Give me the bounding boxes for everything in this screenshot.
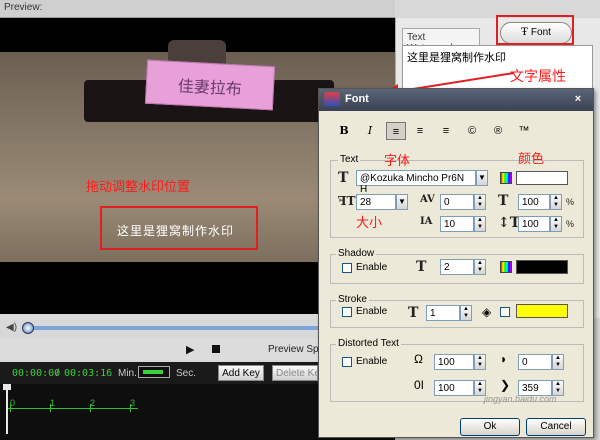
- ruler-label: 2: [90, 398, 96, 408]
- percent-label: %: [566, 219, 575, 229]
- align-left-button[interactable]: ≡: [386, 122, 406, 140]
- vertical-scale-field[interactable]: 100: [518, 216, 550, 232]
- text-group-label: Text: [338, 154, 361, 165]
- shadow-color-palette-icon[interactable]: [500, 261, 512, 273]
- align-right-button[interactable]: ≡: [436, 122, 456, 140]
- distorted-enable-checkbox[interactable]: [342, 357, 352, 367]
- play-icon[interactable]: ▶: [186, 343, 194, 356]
- spinner[interactable]: ▲ ▼: [474, 216, 486, 232]
- stroke-color-swatch[interactable]: [516, 304, 568, 318]
- spinner[interactable]: ▲ ▼: [460, 305, 472, 321]
- distort-arc-field[interactable]: 100: [434, 354, 474, 370]
- time-total: 00:03:16: [64, 368, 113, 379]
- text-color-swatch[interactable]: [516, 171, 568, 185]
- delete-key-button[interactable]: Delete Key: [272, 365, 318, 381]
- horizontal-scale-field[interactable]: 100: [518, 194, 550, 210]
- chevron-down-icon[interactable]: ▼: [396, 194, 408, 210]
- percent-label: %: [566, 197, 575, 207]
- rotate-icon: ◗: [500, 352, 508, 366]
- shadow-distance-field[interactable]: 2: [440, 259, 474, 275]
- ok-button[interactable]: Ok: [460, 418, 520, 436]
- preview-speed-label: Preview Spe: [268, 344, 325, 355]
- color-annotation: 颜色: [518, 152, 545, 167]
- font-button-highlight: [496, 15, 574, 45]
- letter-spacing-field[interactable]: 0: [440, 194, 474, 210]
- distorted-enable-label: Enable: [356, 356, 388, 367]
- text-color-palette-icon[interactable]: [500, 172, 512, 184]
- pink-card: 佳妻拉布: [144, 59, 276, 111]
- stroke-enable-checkbox[interactable]: [342, 307, 352, 317]
- tab-text-watermark[interactable]: Text Watermark: [402, 28, 480, 54]
- sec-label: Sec.: [176, 368, 197, 379]
- font-size-icon: ꟻT: [338, 194, 356, 208]
- time-current: 00:00:00: [12, 368, 61, 379]
- playhead[interactable]: [6, 384, 8, 434]
- arc-icon: Ω: [414, 352, 423, 366]
- cancel-button[interactable]: Cancel: [526, 418, 586, 436]
- preview-header: [0, 0, 395, 18]
- seek-knob[interactable]: [22, 322, 34, 334]
- spinner[interactable]: ▲ ▼: [474, 194, 486, 210]
- distort-spacing-field[interactable]: 100: [434, 380, 474, 396]
- font-family-select[interactable]: @Kozuka Mincho Pr6N H: [356, 170, 476, 195]
- stroke-color-checkbox[interactable]: [500, 307, 510, 317]
- shadow-icon: T: [416, 259, 427, 275]
- vertical-scale-icon: ↕T: [498, 215, 521, 231]
- stroke-group-label: Stroke: [336, 294, 369, 305]
- shadow-enable-checkbox[interactable]: [342, 263, 352, 273]
- text-property-annotation: 文字属性: [510, 69, 566, 85]
- paint-bucket-icon[interactable]: ◈: [482, 305, 491, 319]
- spinner[interactable]: ▲ ▼: [474, 259, 486, 275]
- stroke-enable-label: Enable: [356, 306, 388, 317]
- spinner[interactable]: ▲ ▼: [550, 194, 562, 210]
- distorted-text-label: Distorted Text: [336, 338, 401, 349]
- font-size-field[interactable]: 28: [356, 194, 396, 210]
- distort-rotate-field[interactable]: 0: [518, 354, 552, 370]
- ruler-label: 0: [10, 398, 16, 408]
- dialog-title: Font: [319, 89, 593, 111]
- stroke-width-field[interactable]: 1: [426, 305, 460, 321]
- line-spacing-icon: IA: [420, 216, 433, 227]
- playhead-handle[interactable]: [3, 384, 11, 390]
- spinner[interactable]: ▲ ▼: [474, 354, 486, 370]
- time-separator: /: [56, 368, 59, 379]
- italic-button[interactable]: I: [360, 122, 380, 140]
- copyright-button[interactable]: ©: [462, 122, 482, 140]
- pink-card-text: 佳妻拉布: [177, 76, 243, 99]
- app-icon: [324, 92, 340, 106]
- bold-button[interactable]: B: [334, 122, 354, 140]
- shadow-enable-label: Enable: [356, 262, 388, 273]
- size-annotation: 大小: [356, 216, 383, 231]
- preview-label: Preview:: [4, 2, 43, 13]
- trademark-button[interactable]: ™: [514, 122, 534, 140]
- shadow-group-label: Shadow: [336, 248, 377, 259]
- stroke-icon: T: [408, 305, 419, 321]
- min-label: Min.: [118, 368, 137, 379]
- spinner[interactable]: ▲ ▼: [550, 216, 562, 232]
- volume-icon[interactable]: ◀): [6, 322, 17, 333]
- line-spacing-field[interactable]: 10: [440, 216, 474, 232]
- drag-hint-annotation: 拖动调整水印位置: [86, 180, 191, 195]
- font-icon: T: [338, 170, 349, 186]
- font-annotation: 字体: [384, 154, 411, 169]
- shadow-color-swatch[interactable]: [516, 260, 568, 274]
- letter-spacing-icon: AV: [420, 194, 435, 205]
- watermark-text-overlay[interactable]: 这里是狸窝制作水印: [117, 222, 234, 239]
- horizontal-scale-icon: T: [498, 193, 509, 209]
- align-center-button[interactable]: ≡: [410, 122, 430, 140]
- spinner[interactable]: ▲ ▼: [552, 354, 564, 370]
- close-icon[interactable]: ×: [570, 92, 586, 106]
- spacing-icon: 0I: [414, 378, 425, 392]
- registered-button[interactable]: ®: [488, 122, 508, 140]
- chevron-down-icon[interactable]: ▼: [476, 170, 488, 186]
- site-watermark: jingyan.baidu.com: [484, 394, 557, 404]
- ruler-label: 1: [50, 398, 56, 408]
- angle-icon: ❯: [500, 378, 511, 392]
- stop-icon[interactable]: [212, 345, 220, 353]
- zoom-slider[interactable]: [138, 366, 170, 378]
- add-key-button[interactable]: Add Key: [218, 365, 264, 381]
- ruler-label: 3: [130, 398, 136, 408]
- ruler-baseline: [8, 408, 138, 409]
